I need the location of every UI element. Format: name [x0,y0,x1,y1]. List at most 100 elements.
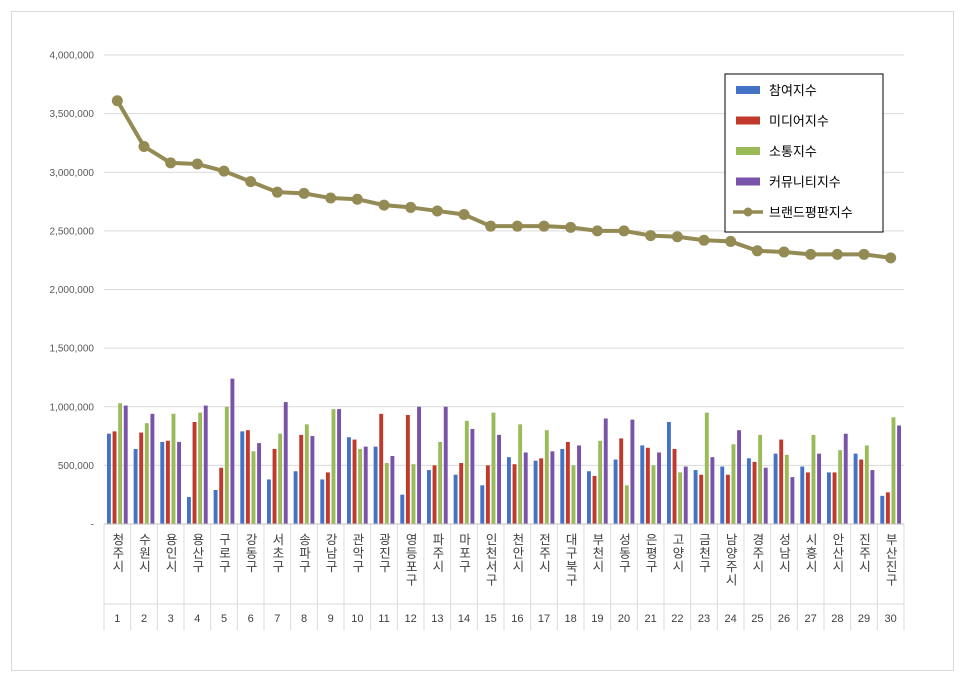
bar-1-14 [453,474,458,524]
y-tick-label: 2,000,000 [50,285,95,296]
rank-label: 1 [114,613,120,625]
bar-1-18 [560,448,565,524]
category-label: 강남구 [323,533,338,574]
bar-3-27 [811,434,816,524]
bar-4-13 [443,406,448,524]
line-point-27 [805,248,817,260]
category-label: 마포구 [457,533,472,574]
bar-1-24 [720,466,725,524]
bar-1-4 [186,497,191,524]
bar-2-9 [325,472,330,524]
bar-4-16 [523,452,528,524]
category-label: 천안시 [510,532,525,574]
rank-label: 5 [221,613,227,625]
bar-4-30 [897,425,902,524]
bar-2-4 [192,421,197,524]
bar-4-18 [577,445,582,524]
rank-label: 13 [431,613,443,625]
bar-2-21 [645,447,650,524]
bar-4-29 [870,470,875,524]
bar-4-26 [790,477,795,524]
rank-label: 7 [274,613,280,625]
legend-swatch [736,177,760,186]
category-label: 경주시 [750,533,765,574]
line-point-14 [458,208,470,220]
bar-1-23 [693,470,698,524]
bar-4-8 [310,436,315,524]
rank-label: 15 [485,613,497,625]
bar-3-7 [278,433,283,524]
rank-label: 2 [141,613,147,625]
category-label: 부산진구 [883,533,898,587]
legend-label: 미디어지수 [769,115,829,130]
bar-1-19 [586,471,591,524]
category-label: 수원시 [137,533,152,574]
line-point-12 [405,201,417,213]
bar-1-15 [480,485,485,524]
legend-swatch [736,147,760,155]
rank-label: 20 [618,613,630,625]
bar-4-11 [390,455,395,524]
category-label: 부천시 [590,533,605,574]
bar-4-6 [257,443,262,524]
category-label: 진주시 [857,533,872,574]
bar-2-14 [459,463,464,524]
category-label: 구로구 [217,533,232,574]
bar-1-27 [800,466,805,524]
bar-3-6 [251,451,256,524]
bar-1-11 [373,446,378,524]
category-label: 송파구 [297,533,312,574]
legend-swatch [736,86,760,94]
bar-1-6 [240,431,245,524]
legend-swatch [736,116,760,125]
category-label: 서초구 [270,533,285,574]
bar-2-28 [832,472,837,524]
bar-4-20 [630,419,635,524]
brand-reputation-chart: - 500,000 1,000,000 1,500,000 2,000,000 2,500… [50,51,905,630]
rank-label: 30 [885,613,897,625]
bar-1-8 [293,471,298,524]
rank-label: 18 [565,613,577,625]
bar-3-15 [491,412,496,524]
bar-3-14 [464,420,469,524]
bar-1-25 [746,458,751,524]
bar-3-20 [624,485,629,524]
category-label: 성남시 [777,533,792,574]
rank-label: 3 [168,613,174,625]
legend-label: 브랜드평판지수 [769,206,853,221]
line-point-24 [725,235,737,247]
bar-4-22 [683,466,688,524]
bar-3-9 [331,409,336,524]
bar-3-2 [144,423,149,524]
bar-2-7 [272,448,277,524]
bar-2-18 [565,441,570,524]
line-point-29 [858,248,870,260]
y-tick-label: 1,500,000 [50,344,95,355]
rank-label: 27 [805,613,817,625]
category-label: 안산시 [830,533,845,574]
rank-label: 8 [301,613,307,625]
line-point-28 [831,248,843,260]
bar-4-19 [603,418,608,524]
bar-1-30 [880,495,885,524]
bar-4-21 [657,452,662,524]
line-point-25 [751,245,763,257]
bar-1-13 [426,470,431,524]
bar-2-27 [805,472,810,524]
bar-3-3 [171,413,176,524]
bar-4-28 [843,433,848,524]
bar-1-20 [613,459,618,524]
bar-2-11 [379,413,384,524]
legend-label: 커뮤니티지수 [769,176,841,191]
bar-1-28 [826,472,831,524]
rank-label: 19 [591,613,603,625]
bar-2-8 [299,434,304,524]
bar-4-14 [470,429,475,524]
line-point-9 [325,192,337,204]
line-point-20 [618,225,630,237]
bar-2-26 [779,439,784,524]
y-tick-label: 1,000,000 [50,402,95,413]
bar-1-22 [666,421,671,524]
bar-2-20 [619,438,624,524]
line-point-6 [245,176,257,188]
